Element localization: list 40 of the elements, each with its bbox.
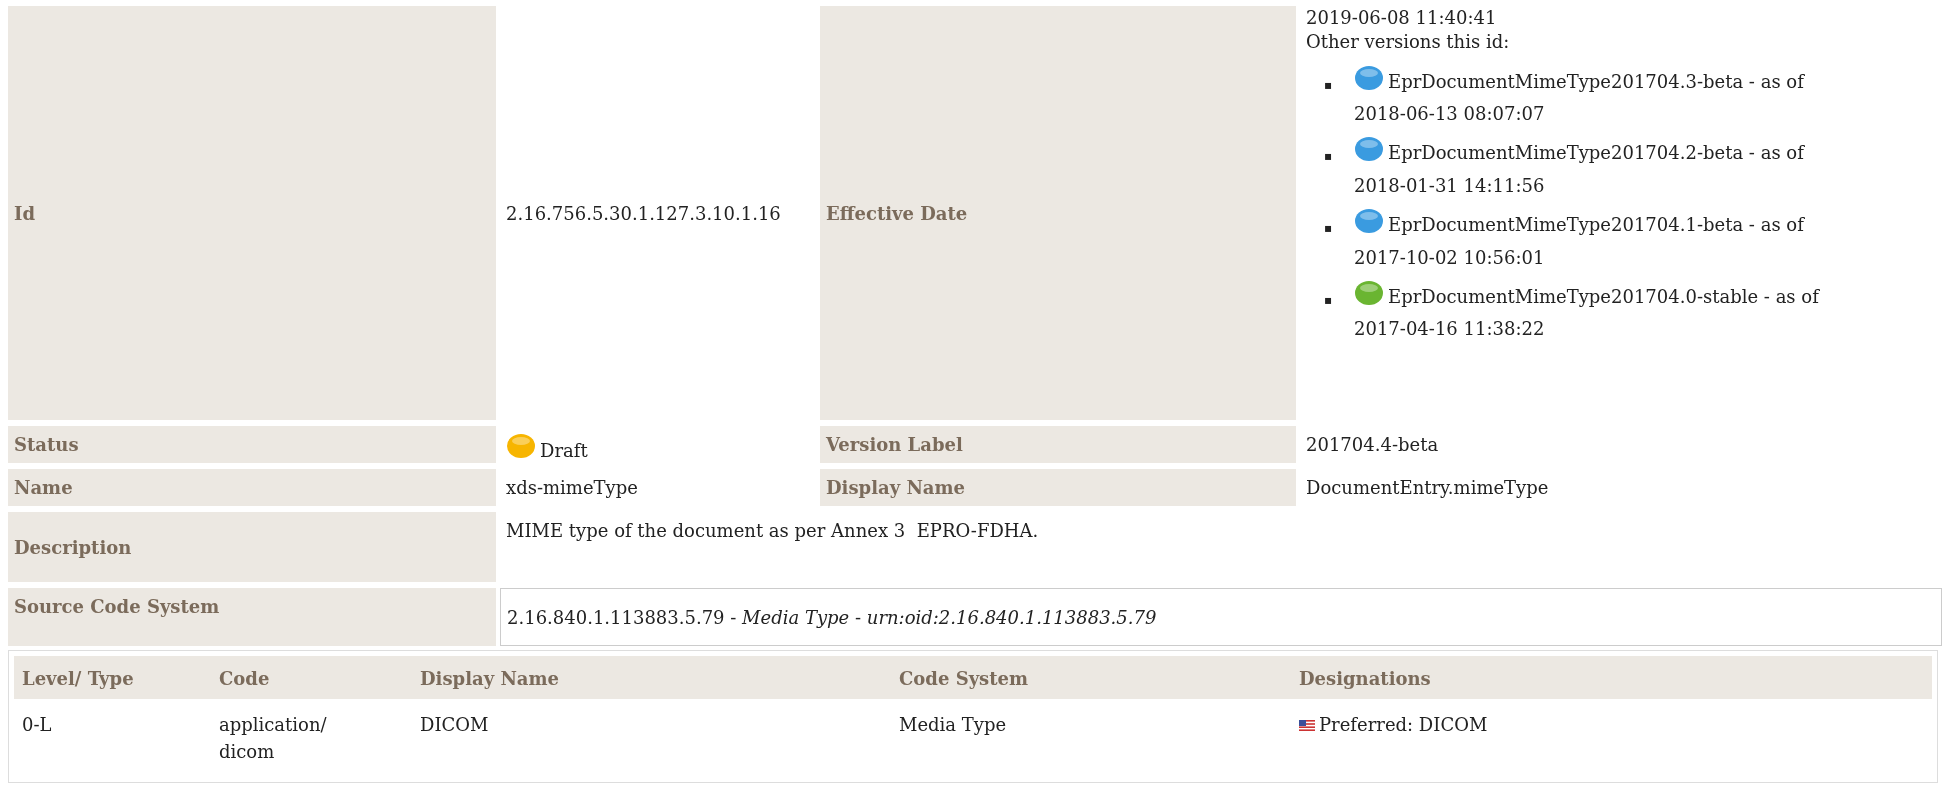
version-label-value: 201704.4-beta bbox=[1305, 433, 1440, 457]
bullet: ▪ bbox=[1324, 76, 1334, 93]
source-code-system-value: 2.16.840.1.113883.5.79 - Media Type - urn:oid:2.16.840.1.113883.5.79 bbox=[507, 606, 1157, 628]
description-text: MIME type of the document as per Annex 3 EPRO-FDHA. bbox=[506, 520, 1039, 541]
column-header: Designations bbox=[1298, 667, 1432, 691]
id-value: 2.16.756.5.30.1.127.3.10.1.16 bbox=[505, 201, 782, 226]
status-value: Draft bbox=[540, 439, 588, 461]
table-cell-text: DICOM bbox=[419, 713, 490, 737]
table-cell-text: Media Type bbox=[898, 713, 1008, 737]
column-header: Display Name bbox=[419, 667, 560, 691]
column-header: Code System bbox=[898, 667, 1030, 691]
version-date: 2017-10-02 10:56:01 bbox=[1354, 246, 1545, 268]
designation-text: Preferred: DICOM bbox=[1319, 714, 1488, 735]
field-label: Id bbox=[8, 6, 496, 420]
field-label: Display Name bbox=[820, 469, 1296, 506]
column-header: Code bbox=[218, 667, 271, 691]
versions-heading: Other versions this id: bbox=[1306, 30, 1511, 55]
version-date: 2018-06-13 08:07:07 bbox=[1354, 103, 1545, 124]
field-label: Version Label bbox=[820, 426, 1296, 463]
version-link[interactable]: EprDocumentMimeType201704.3-beta - as of bbox=[1388, 70, 1804, 92]
field-label: Effective Date bbox=[820, 6, 1296, 420]
version-date: 2018-01-31 14:11:56 bbox=[1354, 174, 1545, 196]
table-cell-text: 0-L bbox=[21, 713, 53, 737]
effective-date-value: 2019-06-08 11:40:41 bbox=[1306, 6, 1498, 30]
field-label: Source Code System bbox=[8, 588, 496, 646]
field-label: Status bbox=[8, 426, 496, 463]
version-date: 2017-04-16 11:38:22 bbox=[1354, 318, 1545, 340]
table-cell-text: application/dicom bbox=[218, 713, 328, 764]
version-link[interactable]: EprDocumentMimeType201704.0-stable - as of bbox=[1388, 285, 1819, 307]
name-value: xds-mimeType bbox=[505, 476, 639, 500]
version-link[interactable]: EprDocumentMimeType201704.2-beta - as of bbox=[1388, 142, 1804, 164]
bullet: ▪ bbox=[1324, 148, 1334, 165]
bullet: ▪ bbox=[1324, 291, 1334, 309]
flag-icon bbox=[1299, 720, 1315, 731]
field-label: Description bbox=[8, 512, 496, 582]
field-label: Name bbox=[8, 469, 496, 506]
column-header: Level/ Type bbox=[21, 667, 135, 691]
display-name-value: DocumentEntry.mimeType bbox=[1305, 476, 1550, 500]
bullet: ▪ bbox=[1324, 220, 1334, 237]
version-link[interactable]: EprDocumentMimeType201704.1-beta - as of bbox=[1388, 214, 1804, 236]
